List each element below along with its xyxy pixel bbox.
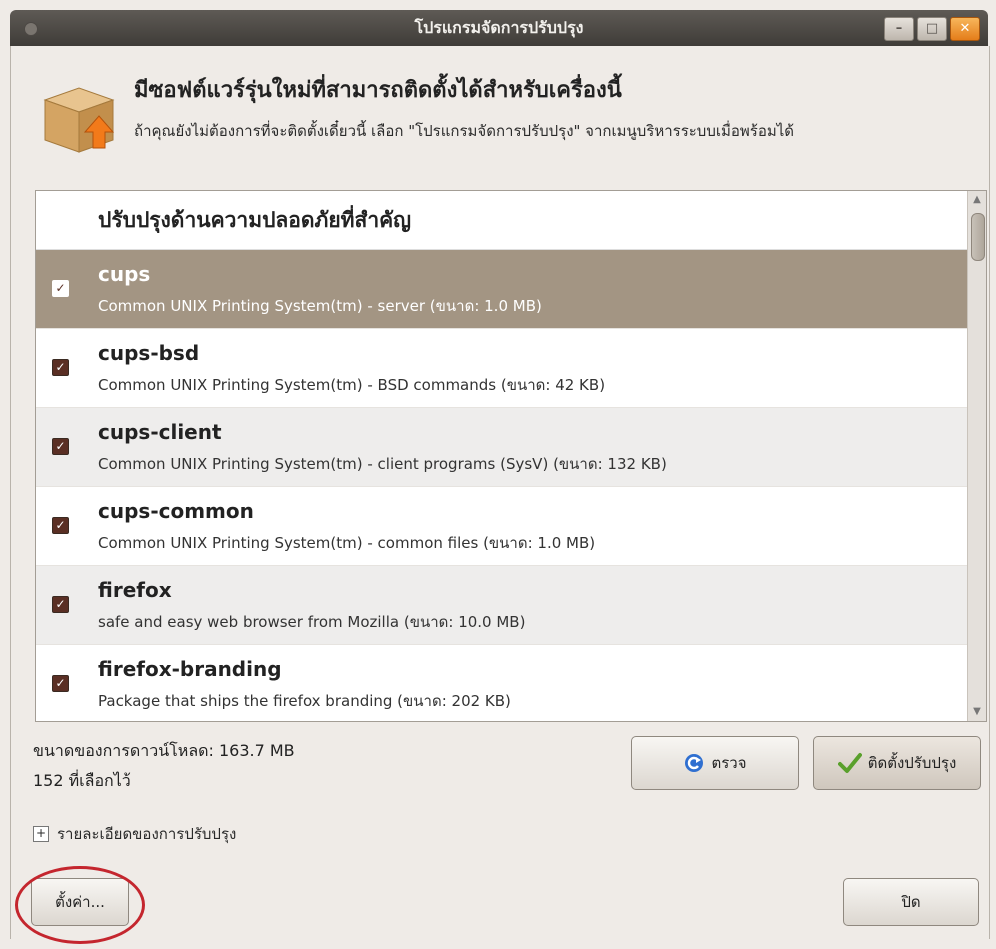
package-desc: Package that ships the firefox branding …	[98, 692, 511, 710]
scroll-up-icon[interactable]: ▲	[968, 191, 986, 209]
checkbox[interactable]: ✓	[52, 517, 69, 534]
check-button-label: ตรวจ	[711, 754, 747, 772]
list-item[interactable]: ✓ firefox-branding Package that ships th…	[36, 645, 986, 721]
checkbox[interactable]: ✓	[52, 596, 69, 613]
package-icon	[43, 87, 115, 153]
details-expander-label: รายละเอียดของการปรับปรุง	[57, 825, 237, 843]
package-name: firefox-branding	[98, 657, 282, 681]
subtext: ถ้าคุณยังไม่ต้องการที่จะติดตั้งเดี๋ยวนี้…	[134, 122, 794, 140]
maximize-button[interactable]: □	[917, 17, 947, 41]
package-desc: Common UNIX Printing System(tm) - common…	[98, 534, 596, 552]
check-button[interactable]: ตรวจ	[631, 736, 799, 790]
install-button-label: ติดตั้งปรับปรุง	[867, 754, 957, 772]
window-menu-icon[interactable]	[24, 22, 38, 36]
window-controls: – □ ✕	[884, 17, 980, 41]
headline: มีซอฟต์แวร์รุ่นใหม่ที่สามารถติดตั้งได้สำ…	[134, 78, 622, 103]
title-bar[interactable]: โปรแกรมจัดการปรับปรุง – □ ✕	[10, 10, 988, 46]
scrollbar-thumb[interactable]	[971, 213, 985, 261]
package-desc: Common UNIX Printing System(tm) - client…	[98, 455, 667, 473]
selected-count: 152 ที่เลือกไว้	[33, 771, 131, 790]
close-window-button[interactable]: ✕	[950, 17, 980, 41]
list-item[interactable]: ✓ cups-bsd Common UNIX Printing System(t…	[36, 329, 986, 408]
close-button[interactable]: ปิด	[843, 878, 979, 926]
list-item[interactable]: ✓ cups-client Common UNIX Printing Syste…	[36, 408, 986, 487]
section-title: ปรับปรุงด้านความปลอดภัยที่สำคัญ	[36, 191, 986, 250]
checkmark-icon	[837, 753, 862, 773]
list-item[interactable]: ✓ cups Common UNIX Printing System(tm) -…	[36, 250, 986, 329]
checkbox[interactable]: ✓	[52, 438, 69, 455]
update-manager-window: มีซอฟต์แวร์รุ่นใหม่ที่สามารถติดตั้งได้สำ…	[10, 46, 990, 944]
list-item[interactable]: ✓ firefox safe and easy web browser from…	[36, 566, 986, 645]
package-desc: safe and easy web browser from Mozilla (…	[98, 613, 526, 631]
refresh-icon	[685, 754, 704, 772]
package-name: cups-client	[98, 420, 222, 444]
details-expander[interactable]: + รายละเอียดของการปรับปรุง	[33, 822, 236, 846]
package-name: cups-bsd	[98, 341, 200, 365]
checkbox[interactable]: ✓	[52, 675, 69, 692]
install-updates-button[interactable]: ติดตั้งปรับปรุง	[813, 736, 981, 790]
checkbox[interactable]: ✓	[52, 280, 69, 297]
package-desc: Common UNIX Printing System(tm) - server…	[98, 297, 542, 315]
highlight-circle	[15, 866, 145, 944]
package-desc: Common UNIX Printing System(tm) - BSD co…	[98, 376, 606, 394]
checkbox[interactable]: ✓	[52, 359, 69, 376]
download-size: ขนาดของการดาวน์โหลด: 163.7 MB	[33, 741, 295, 760]
minimize-button[interactable]: –	[884, 17, 914, 41]
package-name: cups	[98, 262, 151, 286]
package-name: cups-common	[98, 499, 254, 523]
window-title: โปรแกรมจัดการปรับปรุง	[414, 17, 584, 37]
updates-list[interactable]: ปรับปรุงด้านความปลอดภัยที่สำคัญ ✓ cups C…	[35, 190, 987, 722]
list-item[interactable]: ✓ cups-common Common UNIX Printing Syste…	[36, 487, 986, 566]
scroll-down-icon[interactable]: ▼	[968, 703, 986, 721]
package-name: firefox	[98, 578, 172, 602]
expand-plus-icon[interactable]: +	[33, 826, 49, 842]
vertical-scrollbar[interactable]: ▲ ▼	[967, 191, 986, 721]
